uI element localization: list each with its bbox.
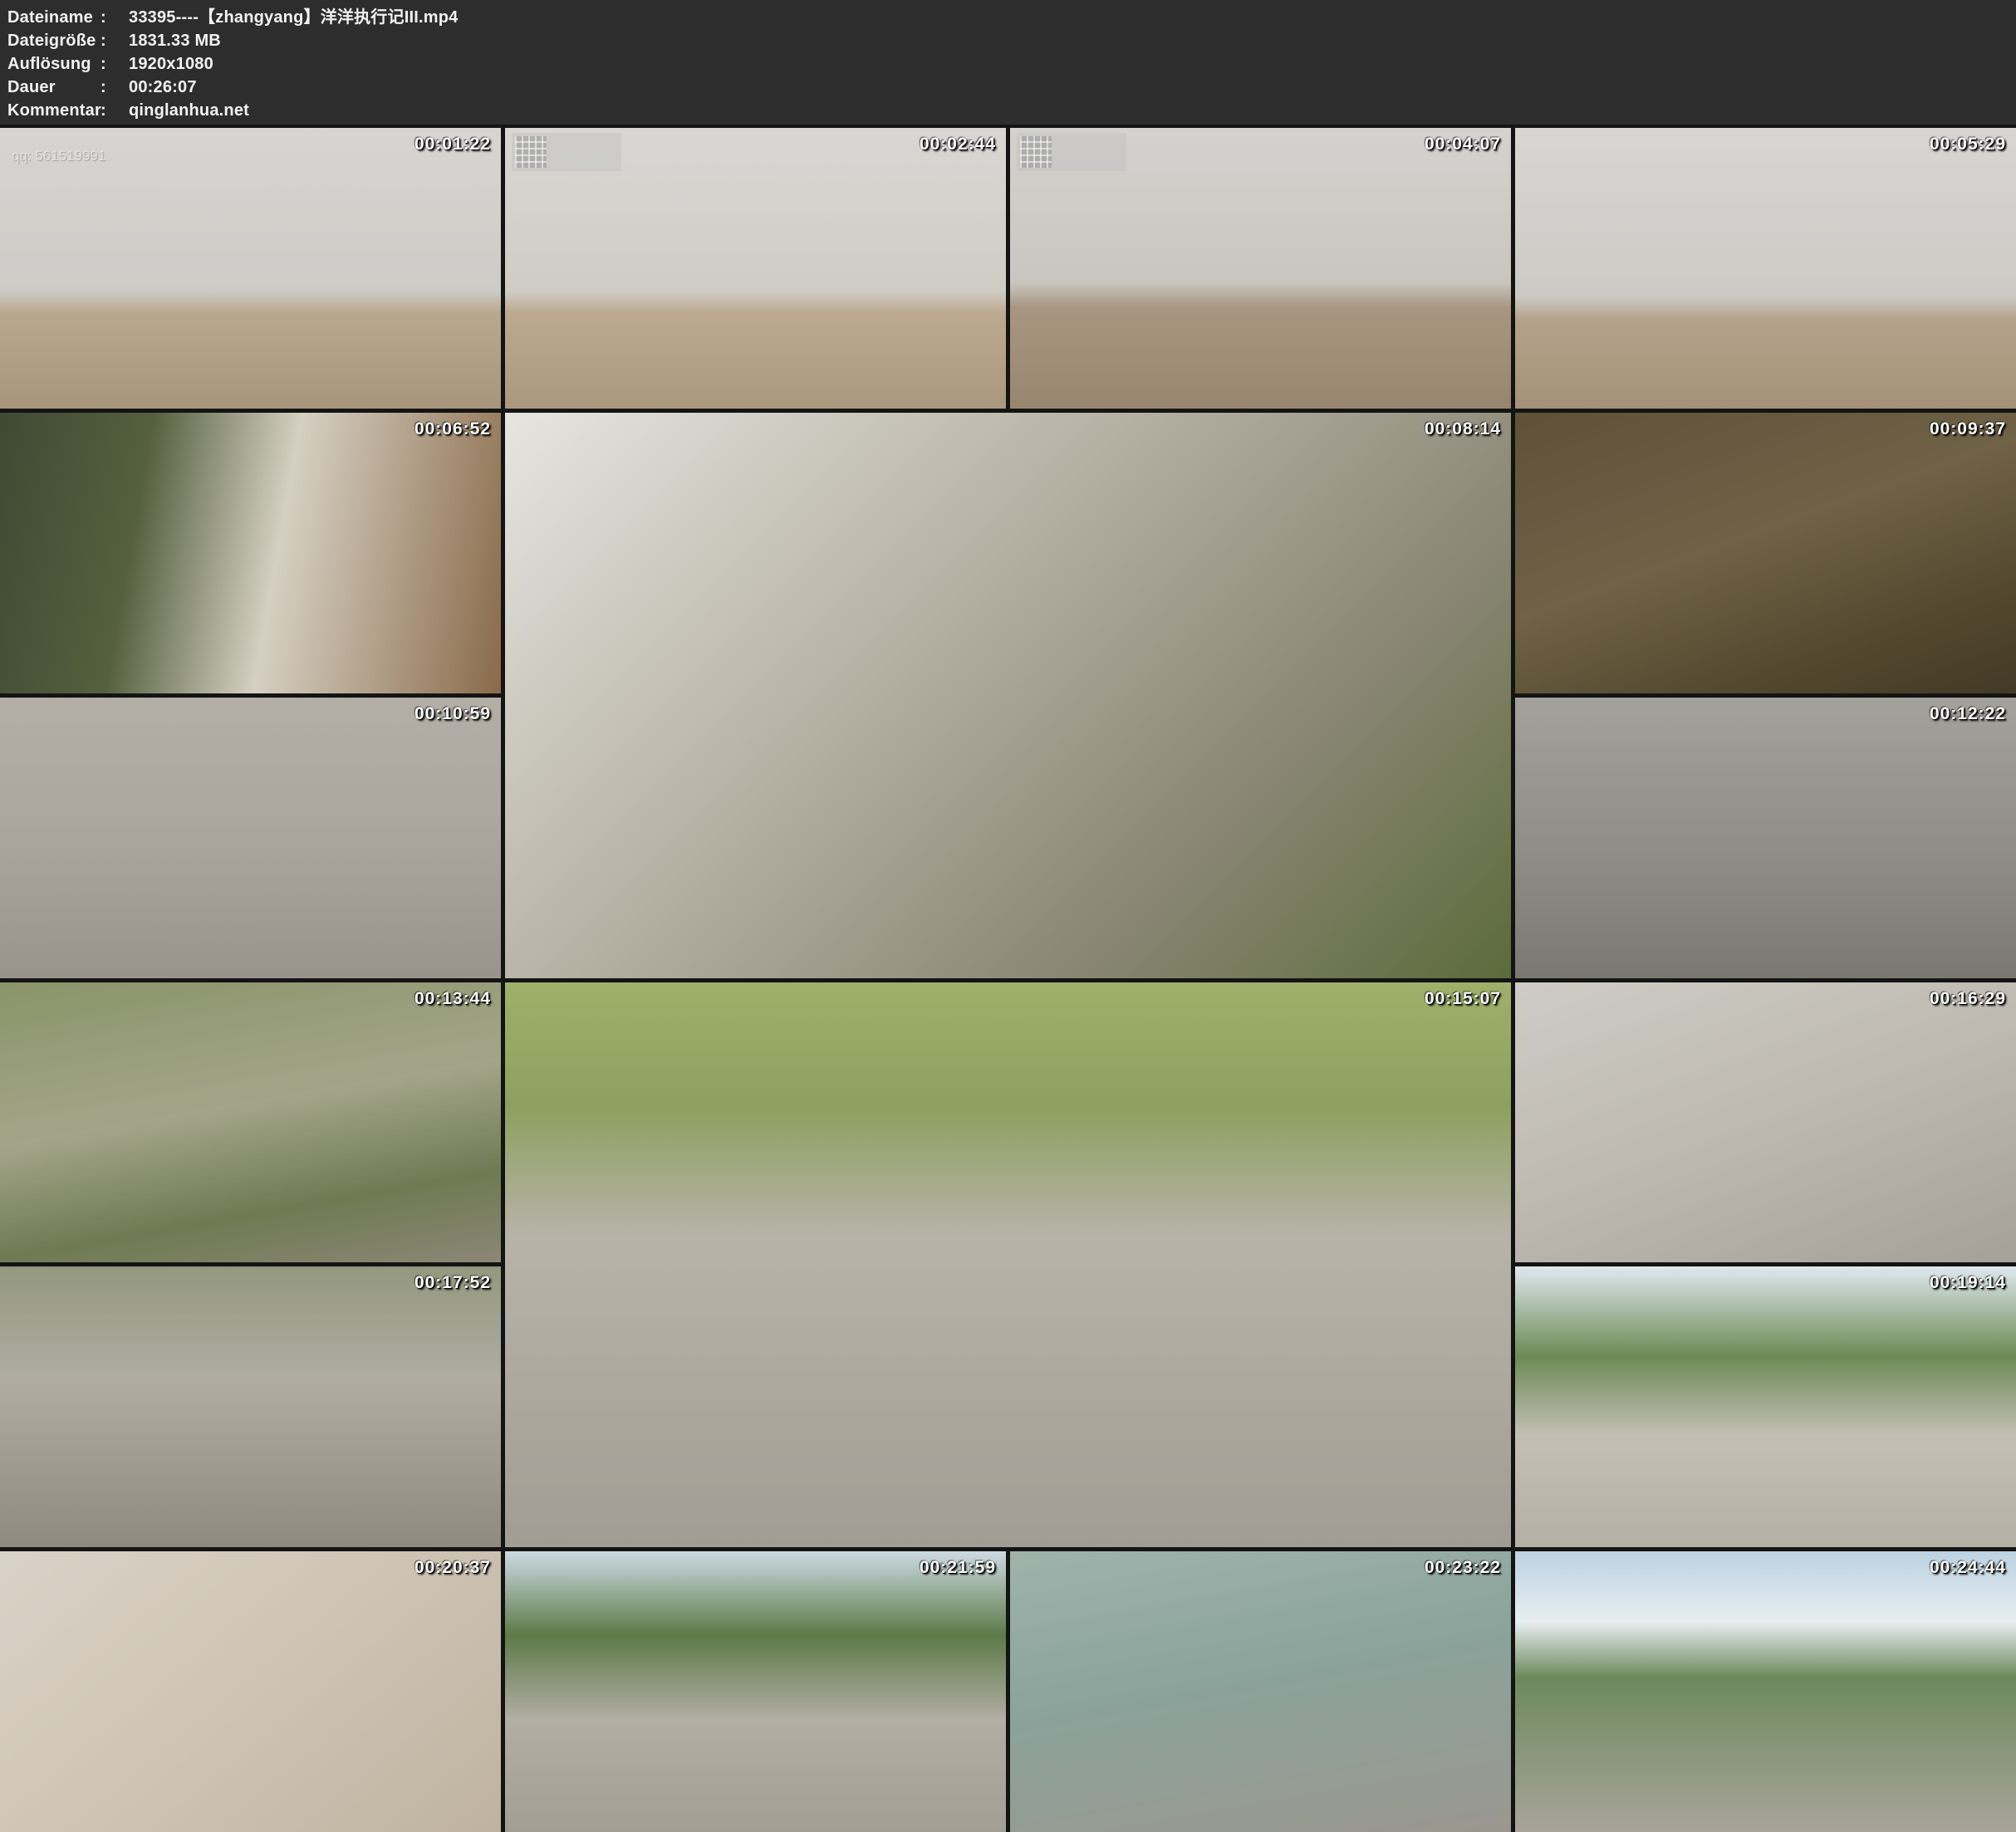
file-info-row: Dauer : 00:26:07 <box>7 76 2016 99</box>
separator: : <box>101 29 129 52</box>
video-thumbnail: 00:10:59 <box>0 698 501 978</box>
timestamp-overlay: 00:13:44 <box>414 989 491 1009</box>
filename-label: Dateiname <box>7 6 101 29</box>
video-thumbnail: 00:20:37 <box>0 1551 501 1832</box>
thumbnail-grid: qq: 561519991 00:01:22 00:02:44 00:04:07 00:… <box>0 128 2016 1832</box>
video-thumbnail: 00:19:14 <box>1515 1266 2016 1547</box>
timestamp-overlay: 00:10:59 <box>414 704 491 724</box>
video-thumbnail: 00:02:44 <box>505 128 1006 409</box>
timestamp-overlay: 00:16:29 <box>1930 989 2006 1009</box>
separator: : <box>101 52 129 76</box>
resolution-label: Auflösung <box>7 52 101 76</box>
video-thumbnail: 00:24:44 <box>1515 1551 2016 1832</box>
video-thumbnail: 00:13:44 <box>0 982 501 1263</box>
video-thumbnail: 00:09:37 <box>1515 413 2016 693</box>
timestamp-overlay: 00:01:22 <box>414 135 491 154</box>
video-thumbnail: 00:16:29 <box>1515 982 2016 1263</box>
separator: : <box>101 6 129 29</box>
separator: : <box>101 99 129 122</box>
file-info-header: Dateiname : 33395----【zhangyang】洋洋执行记III… <box>0 0 2016 125</box>
video-thumbnail: 00:15:07 <box>505 982 1511 1548</box>
file-info-row: Dateiname : 33395----【zhangyang】洋洋执行记III… <box>7 6 2016 29</box>
video-thumbnail: 00:04:07 <box>1010 128 1511 409</box>
comment-value: qinglanhua.net <box>129 99 2016 122</box>
timestamp-overlay: 00:17:52 <box>414 1273 491 1293</box>
timestamp-overlay: 00:09:37 <box>1930 419 2006 439</box>
timestamp-overlay: 00:06:52 <box>414 419 491 439</box>
video-thumbnail: 00:23:22 <box>1010 1551 1511 1832</box>
filename-value: 33395----【zhangyang】洋洋执行记III.mp4 <box>129 6 2016 29</box>
timestamp-overlay: 00:21:59 <box>920 1558 996 1578</box>
qr-watermark <box>1017 133 1126 171</box>
timestamp-overlay: 00:24:44 <box>1930 1558 2006 1578</box>
file-info-row: Dateigröße : 1831.33 MB <box>7 29 2016 52</box>
qr-watermark <box>512 133 621 171</box>
duration-label: Dauer <box>7 76 101 99</box>
file-info-row: Kommentar : qinglanhua.net <box>7 99 2016 122</box>
video-thumbnail: 00:21:59 <box>505 1551 1006 1832</box>
timestamp-overlay: 00:04:07 <box>1425 135 1501 154</box>
filesize-label: Dateigröße <box>7 29 101 52</box>
comment-label: Kommentar <box>7 99 101 122</box>
resolution-value: 1920x1080 <box>129 52 2016 76</box>
timestamp-overlay: 00:08:14 <box>1425 419 1501 439</box>
video-thumbnail: 00:06:52 <box>0 413 501 693</box>
timestamp-overlay: 00:23:22 <box>1425 1558 1501 1578</box>
timestamp-overlay: 00:15:07 <box>1425 989 1501 1009</box>
video-thumbnail: qq: 561519991 00:01:22 <box>0 128 501 409</box>
timestamp-overlay: 00:20:37 <box>414 1558 491 1578</box>
timestamp-overlay: 00:02:44 <box>920 135 996 154</box>
video-thumbnail: 00:17:52 <box>0 1266 501 1547</box>
timestamp-overlay: 00:05:29 <box>1930 135 2006 154</box>
timestamp-overlay: 00:12:22 <box>1930 704 2006 724</box>
timestamp-overlay: 00:19:14 <box>1930 1273 2006 1293</box>
duration-value: 00:26:07 <box>129 76 2016 99</box>
file-info-row: Auflösung : 1920x1080 <box>7 52 2016 76</box>
qq-watermark: qq: 561519991 <box>12 148 105 164</box>
video-thumbnail: 00:05:29 <box>1515 128 2016 409</box>
filesize-value: 1831.33 MB <box>129 29 2016 52</box>
video-thumbnail: 00:08:14 <box>505 413 1511 978</box>
separator: : <box>101 76 129 99</box>
video-thumbnail: 00:12:22 <box>1515 698 2016 978</box>
